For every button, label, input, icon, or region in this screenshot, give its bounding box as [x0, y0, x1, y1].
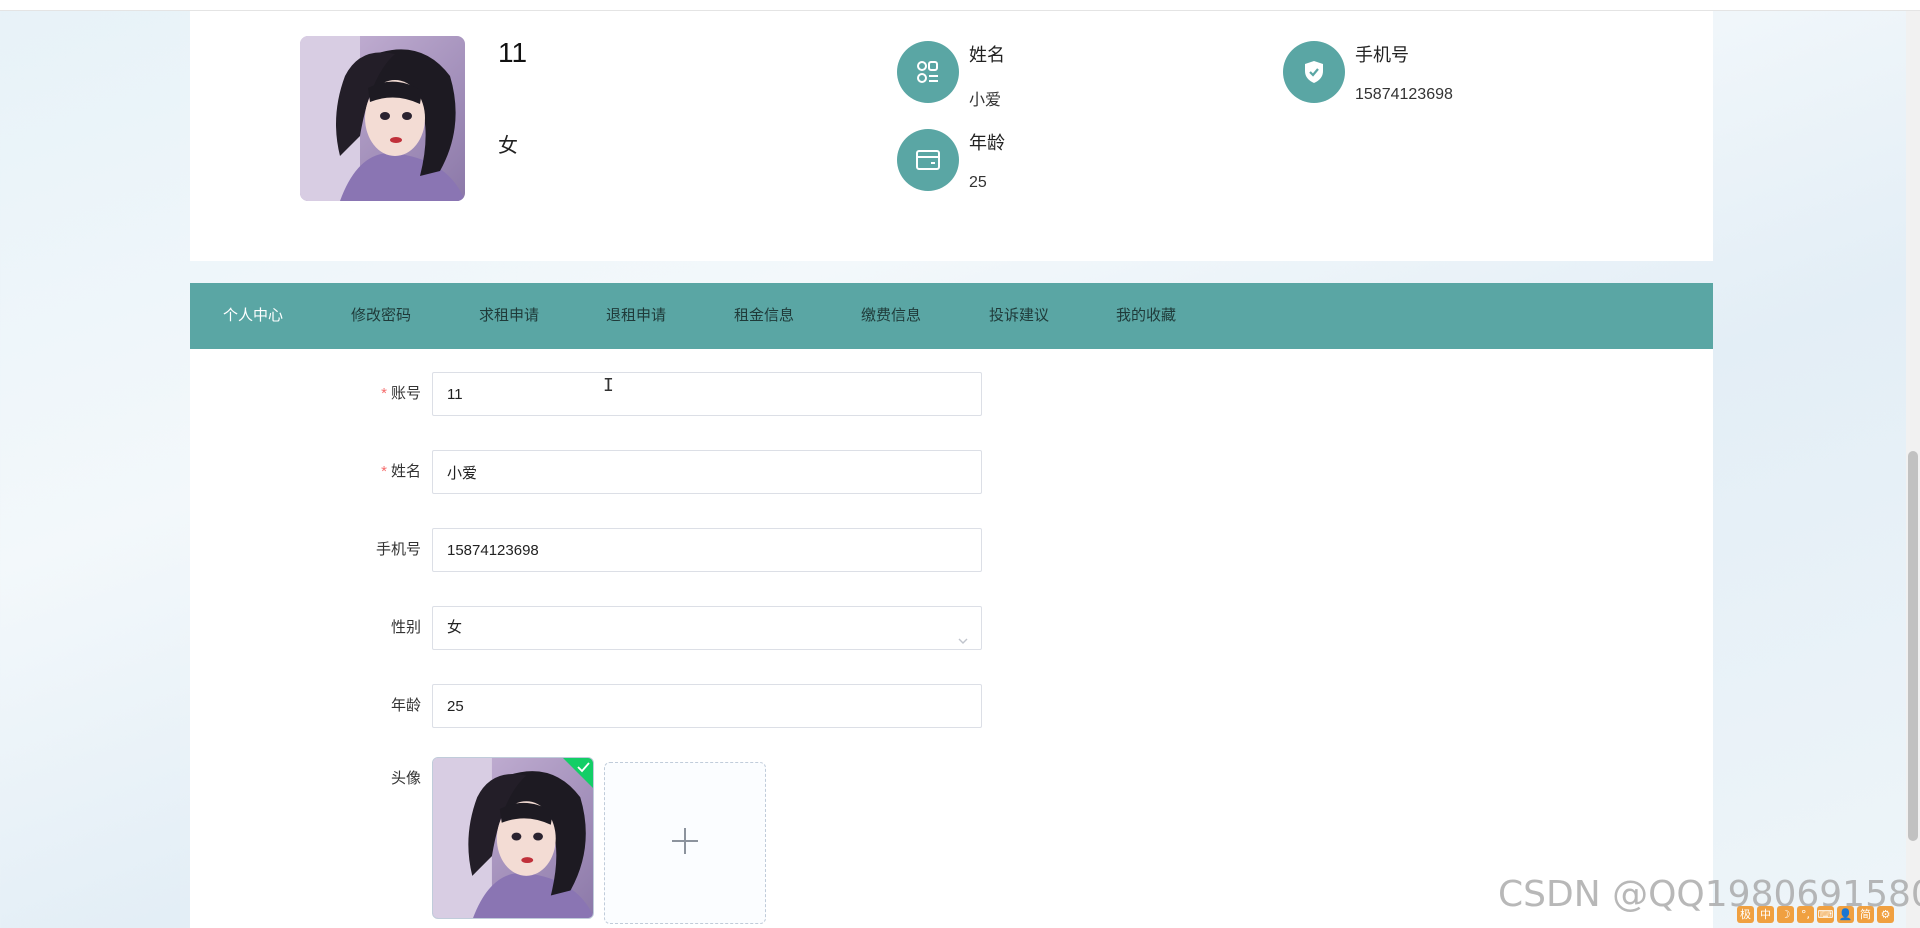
tab-rent-application[interactable]: 求租申请: [479, 283, 539, 349]
required-mark: *: [381, 463, 387, 480]
account-label: * 账号: [381, 385, 421, 402]
ime-toolbar: 极 中 ☽ °, ⌨ 👤 简 ⚙: [1737, 904, 1915, 924]
ime-logo-icon[interactable]: 极: [1737, 905, 1754, 923]
avatar: [300, 36, 465, 201]
name-label: * 姓名: [381, 463, 421, 480]
scrollbar[interactable]: [1906, 11, 1920, 928]
phone-label: 手机号: [375, 541, 421, 558]
tab-payment-info[interactable]: 缴费信息: [861, 283, 921, 349]
user-center-tabbar: 个人中心 修改密码 求租申请 退租申请 租金信息 缴费信息 投诉建议 我的收藏: [190, 283, 1713, 349]
info-age-label: 年龄: [969, 133, 1005, 153]
info-name: 姓名 小爱: [897, 41, 1157, 111]
info-phone: 手机号 15874123698: [1283, 41, 1543, 111]
info-age: 年龄 25: [897, 129, 1157, 199]
tab-personal-center[interactable]: 个人中心: [223, 283, 283, 349]
profile-gender: 女: [498, 135, 518, 157]
scrollbar-thumb[interactable]: [1908, 451, 1918, 841]
form-row-avatar: 头像: [190, 757, 1090, 928]
upload-success-check-icon: [563, 758, 593, 793]
tab-complaints[interactable]: 投诉建议: [989, 283, 1049, 349]
plus-icon: [670, 826, 700, 861]
apps-icon: [897, 41, 959, 103]
chevron-down-icon: [957, 622, 969, 664]
gender-label: 性别: [390, 619, 421, 636]
info-phone-value: 15874123698: [1355, 86, 1453, 103]
shield-check-icon: [1283, 41, 1345, 103]
tab-my-favorites[interactable]: 我的收藏: [1116, 283, 1176, 349]
info-name-value: 小爱: [969, 92, 1002, 109]
info-name-label: 姓名: [969, 45, 1005, 65]
ime-simplified-toggle[interactable]: 简: [1857, 905, 1874, 923]
ime-keyboard-icon[interactable]: ⌨: [1817, 905, 1834, 923]
text-cursor-icon: I: [603, 375, 614, 396]
form-row-name: * 姓名: [190, 450, 1090, 494]
ime-punct-icon[interactable]: °,: [1797, 905, 1814, 923]
ime-moon-icon[interactable]: ☽: [1777, 905, 1794, 923]
gender-select[interactable]: 女: [432, 606, 982, 650]
tab-change-password[interactable]: 修改密码: [351, 283, 411, 349]
info-phone-label: 手机号: [1355, 45, 1409, 65]
ime-user-icon[interactable]: 👤: [1837, 905, 1854, 923]
account-input[interactable]: [432, 372, 982, 416]
age-input[interactable]: [432, 684, 982, 728]
phone-input[interactable]: [432, 528, 982, 572]
tab-checkout-application[interactable]: 退租申请: [606, 283, 666, 349]
avatar-label: 头像: [390, 770, 421, 787]
ime-settings-icon[interactable]: ⚙: [1877, 905, 1894, 923]
gender-select-value: 女: [447, 619, 463, 636]
age-label: 年龄: [390, 697, 421, 714]
form-row-phone: 手机号: [190, 528, 1090, 572]
avatar-upload-add-button[interactable]: [604, 762, 766, 924]
profile-card: 11 女 姓名 小爱 手机号 15874123698 年龄 25: [190, 11, 1713, 261]
browser-top-edge: [0, 0, 1920, 11]
form-row-account: * 账号: [190, 372, 1090, 416]
tab-rent-info[interactable]: 租金信息: [734, 283, 794, 349]
form-row-gender: 性别 女: [190, 606, 1090, 650]
avatar-upload-preview[interactable]: [432, 757, 594, 919]
form-row-age: 年龄: [190, 684, 1090, 728]
wallet-icon: [897, 129, 959, 191]
required-mark: *: [381, 385, 387, 402]
profile-form: *账号 *姓名 手机号 性别 女 年龄 头像: [190, 349, 1713, 928]
name-input[interactable]: [432, 450, 982, 494]
profile-username: 11: [498, 37, 528, 68]
info-age-value: 25: [969, 174, 987, 191]
ime-chinese-toggle[interactable]: 中: [1757, 905, 1774, 923]
